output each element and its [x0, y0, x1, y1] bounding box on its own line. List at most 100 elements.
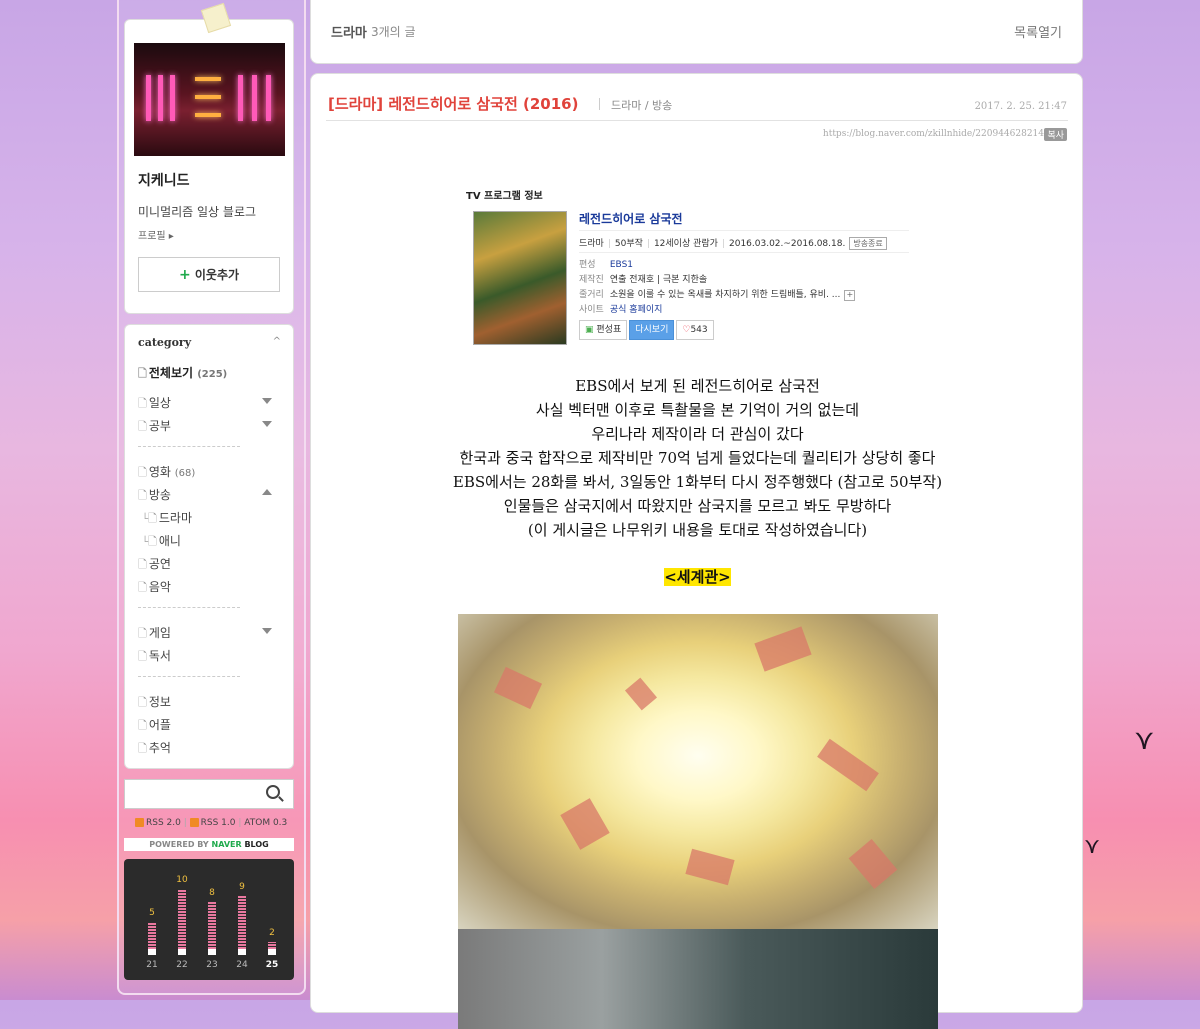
post-url[interactable]: https://blog.naver.com/zkillnhide/220944…	[823, 129, 1044, 139]
info-row-site: 사이트 공식 홈페이지	[579, 305, 663, 315]
tv-action-buttons: ▣ 편성표 다시보기 ♡543	[579, 320, 716, 340]
profile-link[interactable]: 프로필 ▸	[138, 227, 174, 242]
info-row-staff: 제작진 연출 전재호 | 극본 지한솔	[579, 275, 708, 285]
powered-by-naver-blog[interactable]: POWERED BY NAVER BLOG	[124, 838, 294, 851]
post-body: EBS에서 보게 된 레전드히어로 삼국전 사실 벡터맨 이후로 특촬물을 본 …	[311, 374, 1084, 542]
tv-icon: ▣	[585, 325, 594, 335]
tv-info-header: TV 프로그램 정보	[466, 191, 543, 202]
add-neighbor-button[interactable]: + 이웃추가	[138, 257, 280, 292]
body-line: 인물들은 삼국지에서 따왔지만 삼국지를 모르고 봐도 무방하다	[503, 497, 892, 515]
status-badge: 방송종료	[849, 237, 887, 250]
visitor-bar-24	[238, 896, 246, 955]
body-line: EBS에서는 28화를 봐서, 3일동안 1화부터 다시 정주행했다 (참고로 …	[452, 473, 943, 491]
visitor-day-label: 22	[176, 960, 188, 970]
profile-card: 지케니드 미니멀리즘 일상 블로그 프로필 ▸ + 이웃추가	[124, 19, 294, 314]
feed-links: RSS 2.0 | RSS 1.0 | ATOM 0.3	[135, 818, 287, 828]
post-header-divider	[326, 120, 1068, 121]
plus-icon: +	[178, 267, 191, 283]
bird-silhouette: ⋎	[1134, 723, 1155, 756]
rss1-link[interactable]: RSS 1.0	[201, 818, 236, 828]
category-toggle[interactable]: ^	[273, 336, 281, 347]
search-box	[124, 779, 294, 809]
search-icon[interactable]	[266, 785, 280, 799]
blog-description: 미니멀리즘 일상 블로그	[138, 205, 257, 219]
category-item-drama[interactable]: └🗋 드라마	[142, 509, 192, 529]
section-heading: <세계관>	[664, 568, 731, 586]
like-button[interactable]: ♡543	[676, 320, 714, 340]
visitor-day-label: 24	[236, 960, 248, 970]
program-poster-image[interactable]	[473, 211, 567, 345]
body-line: EBS에서 보게 된 레전드히어로 삼국전	[575, 377, 820, 395]
atom-link[interactable]: ATOM 0.3	[244, 818, 287, 828]
post-image-second[interactable]	[458, 929, 938, 1029]
category-divider	[138, 607, 240, 608]
category-item-music[interactable]: 🗋 음악	[138, 578, 171, 598]
blog-name: 지케니드	[138, 173, 190, 189]
document-icon: 🗋	[138, 558, 147, 571]
search-input[interactable]	[127, 782, 267, 808]
category-item-movie[interactable]: 🗋 영화 (68)	[138, 463, 195, 483]
visitor-day-label: 25	[265, 960, 279, 970]
document-icon: 🗋	[148, 512, 157, 525]
document-icon: 🗋	[148, 535, 157, 548]
document-icon: 🗋	[138, 367, 147, 380]
category-panel: category ^ 🗋 전체보기 (225) 🗋 일상 🗋 공부 🗋 영화 (68) …	[124, 324, 294, 769]
visitor-count-label: 9	[239, 882, 245, 892]
info-divider	[579, 230, 909, 231]
visitor-bar-25	[268, 942, 276, 955]
post-title[interactable]: [드라마] 레전드히어로 삼국전 (2016)	[328, 93, 578, 114]
rss-icon	[189, 818, 199, 827]
rss2-link[interactable]: RSS 2.0	[146, 818, 181, 828]
post-date: 2017. 2. 25. 21:47	[974, 101, 1067, 112]
document-icon: 🗋	[138, 742, 147, 755]
category-item-daily[interactable]: 🗋 일상	[138, 394, 171, 414]
post-category-link[interactable]: 드라마 / 방송	[611, 97, 672, 113]
title-separator	[599, 98, 600, 110]
document-icon: 🗋	[138, 581, 147, 594]
open-list-button[interactable]: 목록열기	[1014, 22, 1062, 41]
program-meta: 드라마 | 50부작 | 12세이상 관람가 | 2016.03.02.~2016.08.1…	[579, 236, 887, 250]
replay-button[interactable]: 다시보기	[629, 320, 675, 340]
category-item-info[interactable]: 🗋 정보	[138, 693, 171, 713]
visitor-count-label: 2	[269, 928, 275, 938]
category-item-app[interactable]: 🗋 어플	[138, 716, 171, 736]
tv-program-info: TV 프로그램 정보 레전드히어로 삼국전 드라마 | 50부작 | 12세이상 관람가…	[463, 182, 923, 345]
profile-image	[134, 43, 285, 156]
document-icon: 🗋	[138, 650, 147, 663]
document-icon: 🗋	[138, 466, 147, 479]
visitor-day-label: 23	[206, 960, 218, 970]
expand-button[interactable]: +	[844, 290, 856, 301]
category-item-broadcast[interactable]: 🗋 방송	[138, 486, 171, 506]
program-name-link[interactable]: 레전드히어로 삼국전	[579, 210, 683, 227]
visitor-stats-chart: 5 21 10 22 8 23 9 24 2 25	[124, 859, 294, 980]
info-row-synopsis: 줄거리 소원을 이룰 수 있는 옥새를 차지하기 위한 드림배틀, 유비. ..…	[579, 287, 856, 301]
chevron-down-icon[interactable]	[262, 421, 272, 427]
document-icon: 🗋	[138, 397, 147, 410]
chevron-up-icon[interactable]	[262, 489, 272, 495]
category-item-anime[interactable]: └🗋 애니	[142, 532, 181, 552]
category-item-reading[interactable]: 🗋 독서	[138, 647, 171, 667]
visitor-bar-22	[178, 889, 186, 955]
post-image-shards[interactable]	[458, 614, 938, 929]
copy-url-button[interactable]: 복사	[1044, 128, 1067, 141]
body-line: 사실 벡터맨 이후로 특촬물을 본 기억이 거의 없는데	[535, 401, 860, 419]
category-divider	[138, 446, 240, 447]
document-icon: 🗋	[138, 696, 147, 709]
category-item-performance[interactable]: 🗋 공연	[138, 555, 171, 575]
current-category: 드라마	[331, 26, 367, 41]
category-item-game[interactable]: 🗋 게임	[138, 624, 171, 644]
chevron-down-icon[interactable]	[262, 628, 272, 634]
category-item-all[interactable]: 🗋 전체보기 (225)	[138, 364, 227, 384]
rss-icon	[135, 818, 144, 827]
document-icon: 🗋	[138, 420, 147, 433]
body-line: (이 게시글은 나무위키 내용을 토대로 작성하였습니다)	[527, 521, 868, 539]
chevron-down-icon[interactable]	[262, 398, 272, 404]
document-icon: 🗋	[138, 489, 147, 502]
schedule-button[interactable]: ▣ 편성표	[579, 320, 628, 340]
category-item-study[interactable]: 🗋 공부	[138, 417, 171, 437]
visitor-bar-21	[148, 922, 156, 955]
document-icon: 🗋	[138, 627, 147, 640]
bird-silhouette: ⋎	[1084, 834, 1101, 859]
category-item-memory[interactable]: 🗋 추억	[138, 739, 171, 759]
body-line: 우리나라 제작이라 더 관심이 갔다	[591, 425, 804, 443]
